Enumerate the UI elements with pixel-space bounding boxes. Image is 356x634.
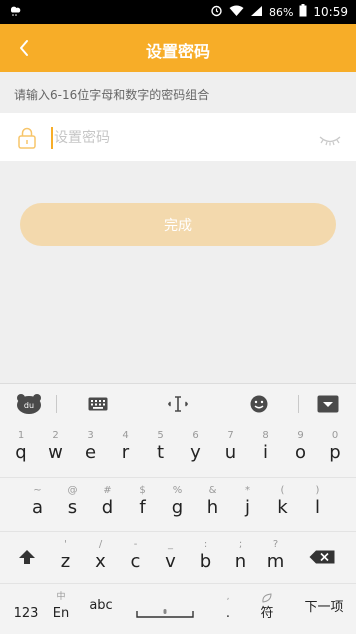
cursor-move-button[interactable] — [165, 392, 191, 416]
password-input[interactable] — [54, 127, 294, 149]
keyboard-toolbar: du — [0, 384, 356, 424]
page-title: 设置密码 — [145, 42, 210, 61]
key-i[interactable]: 8i — [248, 422, 283, 474]
status-bar: 86% 10:59 — [0, 0, 356, 24]
battery-percent: 86% — [268, 5, 294, 19]
key-e[interactable]: 3e — [73, 422, 108, 474]
app-header: 设置密码 — [0, 24, 356, 72]
svg-text:du: du — [24, 401, 34, 410]
key-x[interactable]: / x — [83, 531, 118, 583]
key-u[interactable]: 7u — [213, 422, 248, 474]
wifi-icon — [229, 5, 244, 20]
key-g[interactable]: % g — [160, 477, 195, 529]
backspace-key[interactable] — [300, 531, 344, 583]
bear-logo-icon: du — [17, 394, 41, 414]
abc-key[interactable]: abc — [82, 583, 120, 634]
alarm-icon — [210, 4, 223, 20]
key-a[interactable]: ~ a — [20, 477, 55, 529]
emoji-icon — [250, 395, 268, 413]
shift-key[interactable] — [8, 531, 46, 583]
battery-icon — [299, 4, 307, 20]
keyboard-icon — [88, 397, 108, 411]
key-p[interactable]: 0p — [318, 422, 352, 474]
key-y[interactable]: 6y — [178, 422, 213, 474]
key-c[interactable]: -c — [118, 531, 153, 583]
language-switch-key[interactable]: 中 En — [44, 583, 78, 634]
keyboard-row-1: 1q 2w 3e 4r 5t 6y 7u 8i 9o 0p — [0, 422, 356, 474]
key-f[interactable]: $ f — [125, 477, 160, 529]
key-t[interactable]: 5t — [143, 422, 178, 474]
keyboard-switch-button[interactable] — [85, 392, 111, 416]
key-n[interactable]: ; n — [223, 531, 258, 583]
key-b[interactable]: :b — [188, 531, 223, 583]
key-v[interactable]: _ v — [153, 531, 188, 583]
emoji-button[interactable] — [247, 392, 271, 416]
keyboard-row-2: ~ a @ s # d $ f % g & h * j (k ) l — [0, 477, 356, 529]
space-key[interactable] — [126, 583, 204, 634]
key-z[interactable]: ' z — [48, 531, 83, 583]
key-j[interactable]: * j — [230, 477, 265, 529]
symbol-key[interactable]: 符 — [250, 583, 284, 634]
text-cursor-icon — [168, 396, 188, 412]
hide-keyboard-button[interactable] — [314, 392, 342, 416]
key-q[interactable]: 1q — [4, 422, 38, 474]
next-field-key[interactable]: 下一项 — [296, 583, 352, 634]
key-m[interactable]: ? m — [258, 531, 293, 583]
key-d[interactable]: # d — [90, 477, 125, 529]
key-w[interactable]: 2w — [38, 422, 73, 474]
keyboard-row-3: ' z / x -c _ v :b ; n ? m — [0, 531, 356, 583]
signal-icon — [250, 5, 263, 20]
space-bar-mic-icon — [136, 609, 194, 618]
keyboard-row-bottom: 123 中 En abc ,. 符 下一项 — [0, 583, 356, 634]
key-k[interactable]: (k — [265, 477, 300, 529]
key-l[interactable]: ) l — [300, 477, 335, 529]
weather-icon — [8, 3, 22, 20]
soft-keyboard: du 1q 2w 3e 4r 5t 6y 7u 8 i 9 o 0 p ~ a … — [0, 383, 356, 634]
password-rule-hint: 请输入6-16位字母和数字的密码组合 — [14, 88, 210, 102]
key-r[interactable]: 4r — [108, 422, 143, 474]
lock-icon — [18, 127, 36, 153]
complete-button[interactable]: 完成 — [20, 203, 336, 246]
toolbar-divider — [298, 395, 299, 413]
text-cursor — [51, 127, 53, 149]
punctuation-key[interactable]: ,. — [212, 583, 244, 634]
password-field-row — [0, 113, 356, 161]
clock: 10:59 — [313, 5, 348, 19]
key-s[interactable]: @ s — [55, 477, 90, 529]
eye-closed-icon[interactable] — [318, 131, 342, 150]
app-screen: 86% 10:59 设置密码 请输入6-16位字母和数字的密码组合 完成 du — [0, 0, 356, 634]
shift-arrow-icon — [19, 550, 35, 564]
key-h[interactable]: & h — [195, 477, 230, 529]
toolbar-divider — [56, 395, 57, 413]
numeric-key[interactable]: 123 — [6, 583, 46, 634]
leaf-icon — [262, 593, 272, 603]
keyboard-logo-button[interactable]: du — [14, 392, 44, 416]
key-o[interactable]: 9o — [283, 422, 318, 474]
chevron-down-icon — [317, 395, 339, 413]
backspace-icon — [309, 550, 335, 564]
